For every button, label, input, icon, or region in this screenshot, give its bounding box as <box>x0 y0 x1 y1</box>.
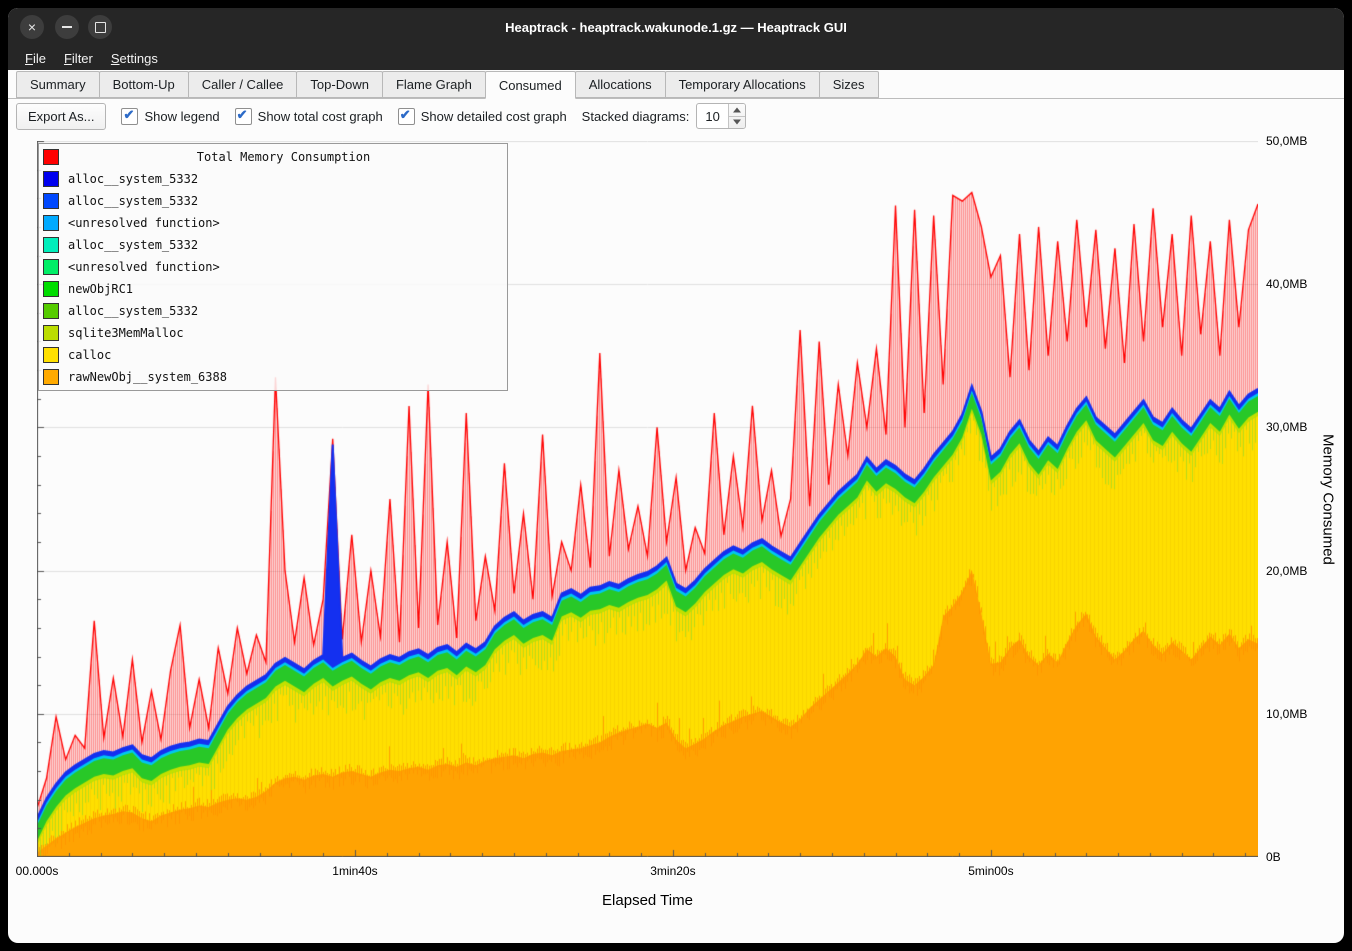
legend-item: sqlite3MemMalloc <box>39 322 507 344</box>
tab-summary[interactable]: Summary <box>16 71 100 98</box>
stacked-diagrams-spinbox[interactable]: 10 <box>696 103 745 129</box>
legend-swatch <box>43 369 59 385</box>
y-tick-label: 40,0MB <box>1266 277 1307 291</box>
menu-settings[interactable]: Settings <box>102 48 167 69</box>
legend-title-row: Total Memory Consumption <box>39 146 507 168</box>
legend-label: sqlite3MemMalloc <box>68 326 184 340</box>
legend-swatch <box>43 193 59 209</box>
show-total-cost-label: Show total cost graph <box>258 109 383 124</box>
legend-item: <unresolved function> <box>39 256 507 278</box>
legend-label: newObjRC1 <box>68 282 133 296</box>
tab-allocations[interactable]: Allocations <box>575 71 666 98</box>
show-total-cost-checkbox[interactable] <box>235 108 252 125</box>
y-tick-label: 0B <box>1266 850 1281 864</box>
menu-file[interactable]: File <box>16 48 55 69</box>
legend-swatch <box>43 259 59 275</box>
tab-consumed[interactable]: Consumed <box>485 71 576 99</box>
spin-up-icon[interactable] <box>729 104 745 117</box>
x-axis-labels: 00.000s 1min40s 3min20s 5min00s <box>37 864 1258 880</box>
legend-item: newObjRC1 <box>39 278 507 300</box>
show-total-cost-option[interactable]: Show total cost graph <box>235 108 383 125</box>
legend-label: rawNewObj__system_6388 <box>68 370 227 384</box>
tab-flame-graph[interactable]: Flame Graph <box>382 71 486 98</box>
chart-legend: Total Memory Consumption alloc__system_5… <box>38 143 508 391</box>
minimize-glyph <box>62 26 72 28</box>
toolbar: Export As... Show legend Show total cost… <box>8 99 1344 133</box>
legend-label: alloc__system_5332 <box>68 172 198 186</box>
x-tick-label: 3min20s <box>650 864 695 878</box>
x-tick-label: 00.000s <box>16 864 59 878</box>
legend-swatch <box>43 237 59 253</box>
legend-swatch <box>43 325 59 341</box>
y-tick-label: 50,0MB <box>1266 134 1307 148</box>
x-axis-title: Elapsed Time <box>37 892 1258 909</box>
legend-item: alloc__system_5332 <box>39 190 507 212</box>
stacked-diagrams-label: Stacked diagrams: <box>582 109 690 124</box>
legend-item: <unresolved function> <box>39 212 507 234</box>
memory-chart[interactable]: Total Memory Consumption alloc__system_5… <box>37 141 1258 857</box>
y-tick-label: 10,0MB <box>1266 707 1307 721</box>
legend-label: alloc__system_5332 <box>68 304 198 318</box>
stacked-diagrams-value[interactable]: 10 <box>697 104 727 128</box>
legend-label: calloc <box>68 348 111 362</box>
x-tick-label: 5min00s <box>968 864 1013 878</box>
menu-filter[interactable]: Filter <box>55 48 102 69</box>
tabbar: Summary Bottom-Up Caller / Callee Top-Do… <box>8 70 1344 99</box>
y-axis-title: Memory Consumed <box>1318 141 1338 857</box>
show-legend-checkbox[interactable] <box>121 108 138 125</box>
legend-swatch <box>43 303 59 319</box>
legend-item: rawNewObj__system_6388 <box>39 366 507 388</box>
x-tick-label: 1min40s <box>332 864 377 878</box>
legend-item: calloc <box>39 344 507 366</box>
legend-swatch <box>43 171 59 187</box>
close-icon[interactable]: × <box>20 15 44 39</box>
show-legend-option[interactable]: Show legend <box>121 108 219 125</box>
legend-item: alloc__system_5332 <box>39 168 507 190</box>
legend-label: <unresolved function> <box>68 216 220 230</box>
spin-down-icon[interactable] <box>729 117 745 129</box>
show-detailed-cost-option[interactable]: Show detailed cost graph <box>398 108 567 125</box>
spin-buttons <box>728 104 745 128</box>
legend-swatch <box>43 215 59 231</box>
show-detailed-cost-label: Show detailed cost graph <box>421 109 567 124</box>
y-tick-label: 30,0MB <box>1266 420 1307 434</box>
tab-caller-callee[interactable]: Caller / Callee <box>188 71 298 98</box>
app-window: × Heaptrack - heaptrack.wakunode.1.gz — … <box>8 8 1344 943</box>
titlebar: × Heaptrack - heaptrack.wakunode.1.gz — … <box>8 8 1344 46</box>
minimize-icon[interactable] <box>55 15 79 39</box>
show-detailed-cost-checkbox[interactable] <box>398 108 415 125</box>
y-tick-label: 20,0MB <box>1266 564 1307 578</box>
legend-label: <unresolved function> <box>68 260 220 274</box>
legend-label: alloc__system_5332 <box>68 194 198 208</box>
menubar: File Filter Settings <box>8 46 1344 70</box>
legend-label: alloc__system_5332 <box>68 238 198 252</box>
legend-swatch <box>43 281 59 297</box>
legend-swatch-total <box>43 149 59 165</box>
legend-item: alloc__system_5332 <box>39 300 507 322</box>
maximize-glyph <box>95 22 106 33</box>
legend-swatch <box>43 347 59 363</box>
tab-sizes[interactable]: Sizes <box>819 71 879 98</box>
export-as-button[interactable]: Export As... <box>16 103 106 130</box>
legend-item: alloc__system_5332 <box>39 234 507 256</box>
tab-top-down[interactable]: Top-Down <box>296 71 383 98</box>
show-legend-label: Show legend <box>144 109 219 124</box>
maximize-icon[interactable] <box>88 15 112 39</box>
legend-title: Total Memory Consumption <box>68 150 499 164</box>
tab-temporary-allocations[interactable]: Temporary Allocations <box>665 71 820 98</box>
tab-bottom-up[interactable]: Bottom-Up <box>99 71 189 98</box>
window-title: Heaptrack - heaptrack.wakunode.1.gz — He… <box>128 8 1224 46</box>
